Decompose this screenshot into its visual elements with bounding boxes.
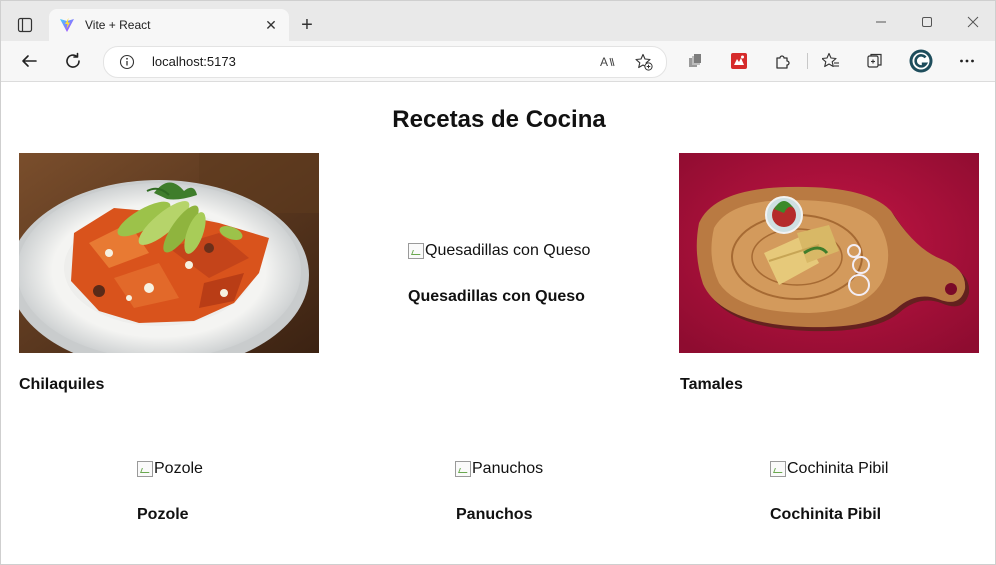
image-alt-text: Pozole — [154, 460, 203, 477]
favorites-icon[interactable] — [817, 47, 845, 75]
recipe-name: Cochinita Pibil — [770, 506, 882, 523]
extension-stack-icon[interactable] — [681, 47, 709, 75]
toolbar-separator — [807, 53, 808, 69]
cochinita-pibil-image: Cochinita Pibil — [770, 460, 888, 478]
tab-title: Vite + React — [85, 18, 151, 32]
profile-avatar-icon[interactable] — [907, 47, 935, 75]
tab-strip: Vite + React ✕ + — [1, 1, 995, 41]
back-arrow-icon[interactable] — [15, 47, 43, 75]
site-info-icon[interactable] — [118, 53, 136, 71]
recipe-name: Tamales — [680, 376, 743, 393]
broken-image-icon — [137, 461, 153, 477]
browser-window: Vite + React ✕ + localhost:5173 A Receta… — [0, 0, 996, 565]
minimize-icon[interactable] — [869, 13, 893, 31]
image-alt-text: Panuchos — [472, 460, 544, 477]
extensions-puzzle-icon[interactable] — [769, 47, 797, 75]
broken-image-icon — [455, 461, 471, 477]
tab-vite-react[interactable]: Vite + React ✕ — [49, 9, 289, 41]
address-bar[interactable]: localhost:5173 A — [103, 46, 667, 78]
tab-close-icon[interactable]: ✕ — [261, 15, 281, 35]
maximize-icon[interactable] — [915, 13, 939, 31]
image-alt-text: Cochinita Pibil — [787, 460, 889, 477]
tab-actions-icon[interactable] — [11, 11, 39, 39]
recipe-name: Chilaquiles — [19, 376, 105, 393]
pozole-image: Pozole — [137, 460, 203, 478]
read-aloud-icon[interactable]: A — [598, 52, 618, 72]
quesadillas-image: Quesadillas con Queso — [408, 242, 590, 260]
collections-icon[interactable] — [861, 47, 889, 75]
tamales-image — [679, 153, 979, 353]
url-text: localhost:5173 — [152, 54, 236, 69]
image-alt-text: Quesadillas con Queso — [425, 242, 591, 259]
more-options-icon[interactable] — [953, 47, 981, 75]
panuchos-image: Panuchos — [455, 460, 543, 478]
broken-image-icon — [770, 461, 786, 477]
refresh-icon[interactable] — [59, 47, 87, 75]
new-tab-button[interactable]: + — [295, 13, 319, 37]
page-title: Recetas de Cocina — [392, 106, 606, 133]
recipe-name: Panuchos — [456, 506, 533, 523]
extension-red-icon[interactable] — [725, 47, 753, 75]
close-window-icon[interactable] — [961, 13, 985, 31]
broken-image-icon — [408, 243, 424, 259]
browser-toolbar: localhost:5173 A — [1, 41, 995, 82]
page-content: Recetas de Cocina Chilaquiles Quesadilla… — [1, 82, 995, 564]
recipe-name: Quesadillas con Queso — [408, 288, 585, 305]
vite-logo-icon — [59, 17, 75, 33]
chilaquiles-image — [9, 153, 319, 370]
recipe-name: Pozole — [137, 506, 189, 523]
svg-text:A: A — [600, 55, 608, 69]
add-favorite-icon[interactable] — [634, 52, 654, 72]
